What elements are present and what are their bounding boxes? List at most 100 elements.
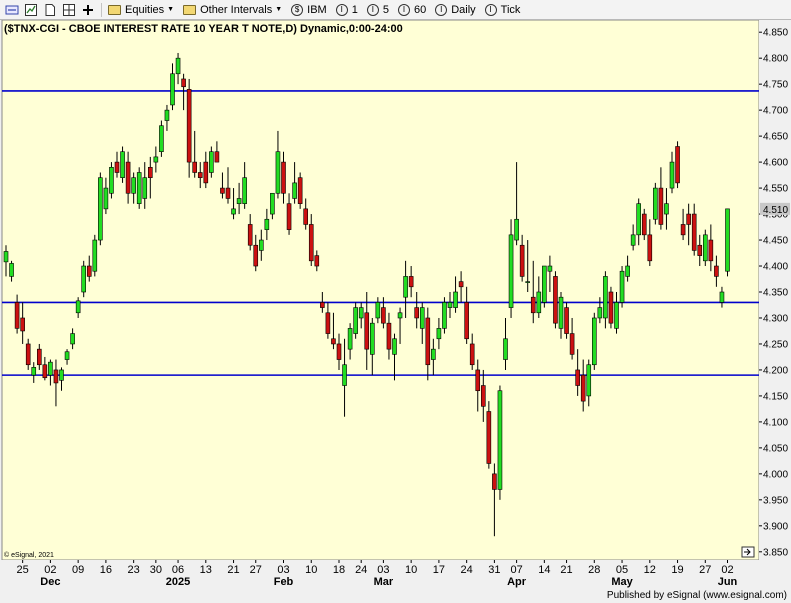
candle-body-up <box>131 177 136 194</box>
candle-body-up <box>536 291 542 314</box>
candle[interactable] <box>98 172 103 246</box>
candle[interactable] <box>553 271 558 329</box>
candle-body-up <box>431 348 436 360</box>
candle-body-down <box>225 187 231 199</box>
toolbar-item-label: Tick <box>500 3 521 16</box>
candle-body-up <box>630 234 636 246</box>
interval-icon: I <box>397 3 410 16</box>
x-tick-label: 19 <box>671 564 683 576</box>
x-month-label: Jun <box>718 576 738 588</box>
candle-body-down <box>314 255 320 267</box>
x-tick-label: 24 <box>461 564 473 576</box>
candle[interactable] <box>608 286 614 329</box>
new-chart-icon[interactable] <box>23 2 38 17</box>
candle[interactable] <box>92 234 98 277</box>
toolbar-item-5[interactable]: I5 <box>366 3 389 16</box>
candle[interactable] <box>442 297 447 334</box>
y-tick-label: 4.350 <box>763 288 788 299</box>
candle-body-down <box>680 224 686 236</box>
interval-icon: I <box>435 3 448 16</box>
candle[interactable] <box>725 208 730 277</box>
page-icon[interactable] <box>42 2 57 17</box>
candle-body-down <box>53 369 59 384</box>
candle-body-up <box>669 161 675 189</box>
candle-body-up <box>164 109 170 121</box>
candle[interactable] <box>136 167 142 209</box>
candle-body-up <box>209 151 214 173</box>
candle-body-up <box>503 338 508 360</box>
candle-body-down <box>42 364 48 379</box>
candle-body-up <box>170 73 175 106</box>
interval-icon: I <box>484 3 497 16</box>
candle-body-down <box>36 348 42 366</box>
candle-body-down <box>492 473 497 490</box>
candle-body-up <box>603 276 608 319</box>
expand-icon[interactable] <box>741 546 755 558</box>
candle[interactable] <box>564 302 569 339</box>
candle-body-down <box>386 322 392 350</box>
candle-body-down <box>303 208 309 225</box>
toolbar-item-daily[interactable]: I Daily <box>435 3 476 16</box>
candle[interactable] <box>542 265 547 308</box>
candle-body-up <box>264 218 270 230</box>
x-tick-label: 02 <box>44 564 56 576</box>
price-chart[interactable]: ($TNX-CGI - CBOE INTEREST RATE 10 YEAR T… <box>0 20 791 589</box>
candle[interactable] <box>675 141 680 189</box>
candle-body-up <box>81 265 86 293</box>
candle-body-down <box>675 146 680 184</box>
candle-body-up <box>270 192 275 215</box>
link-icon[interactable] <box>4 2 19 17</box>
candle-body-up <box>342 364 347 386</box>
candle-body-down <box>608 291 614 324</box>
candle[interactable] <box>702 229 708 267</box>
candle-body-up <box>175 57 181 75</box>
toolbar-item-tick[interactable]: I Tick <box>484 3 521 16</box>
candle-body-down <box>425 317 431 366</box>
candle[interactable] <box>297 172 303 209</box>
x-tick-label: 21 <box>227 564 239 576</box>
toolbar-item-1[interactable]: I1 <box>335 3 358 16</box>
candle[interactable] <box>353 302 358 339</box>
grid-icon[interactable] <box>61 2 76 17</box>
candle[interactable] <box>120 146 125 183</box>
candle-body-up <box>9 263 14 277</box>
candle-body-down <box>569 333 575 355</box>
candle[interactable] <box>81 260 86 298</box>
y-tick-label: 4.150 <box>763 391 788 402</box>
plot-area[interactable] <box>1 20 760 561</box>
toolbar-item-label: 60 <box>413 3 427 16</box>
candle-body-down <box>464 302 469 340</box>
candle-body-down <box>480 385 486 407</box>
toolbar-item-other-intervals[interactable]: Other Intervals ▼ <box>183 4 282 16</box>
x-tick-label: 13 <box>200 564 212 576</box>
y-tick-label: 3.900 <box>763 521 788 532</box>
add-icon[interactable] <box>80 2 95 17</box>
folder-icon <box>183 4 197 15</box>
candle-body-up <box>98 177 103 241</box>
x-tick-label: 03 <box>377 564 389 576</box>
y-tick-label: 4.300 <box>763 313 788 324</box>
candle[interactable] <box>486 401 492 469</box>
candle-body-down <box>186 89 192 163</box>
x-tick-label: 10 <box>305 564 317 576</box>
candle[interactable] <box>619 266 625 308</box>
y-tick-label: 3.950 <box>763 495 788 506</box>
folder-icon <box>108 4 121 15</box>
x-tick-label: 17 <box>433 564 445 576</box>
candle-body-down <box>320 302 325 308</box>
candle[interactable] <box>497 385 503 500</box>
candle-body-down <box>203 161 209 184</box>
candle[interactable] <box>109 162 114 199</box>
candle[interactable] <box>591 312 597 370</box>
toolbar-item-equities[interactable]: Equities ▼ <box>108 4 174 16</box>
toolbar-item-ibm[interactable]: $ IBM <box>291 3 327 16</box>
candle[interactable] <box>653 182 658 225</box>
x-tick-label: 24 <box>355 564 367 576</box>
candle[interactable] <box>159 120 164 157</box>
candle-body-up <box>275 151 281 194</box>
candle-body-up <box>153 156 159 163</box>
candle-body-down <box>381 307 386 324</box>
toolbar-item-60[interactable]: I 60 <box>397 3 427 16</box>
x-tick-label: 16 <box>100 564 112 576</box>
candle-body-up <box>109 166 114 194</box>
